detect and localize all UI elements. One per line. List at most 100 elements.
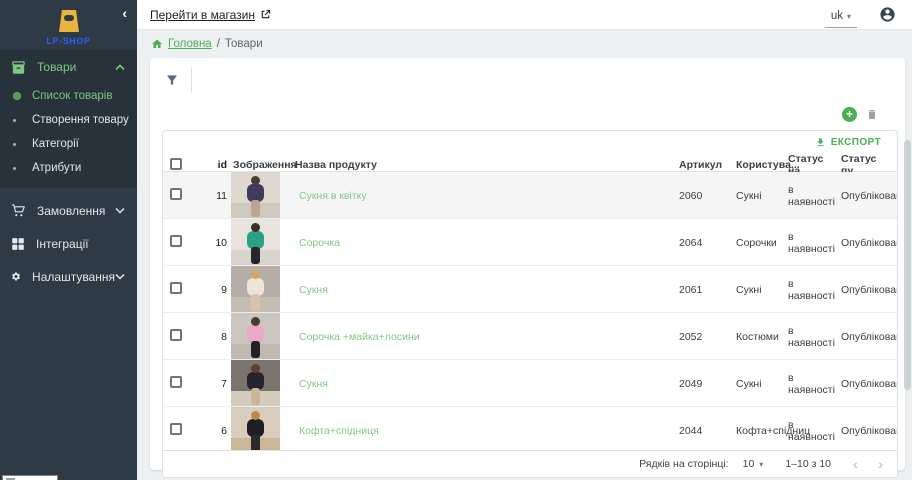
product-thumbnail[interactable]	[231, 360, 280, 407]
export-label: ЕКСПОРТ	[831, 137, 881, 148]
product-name-link[interactable]: Кофта+спідниця	[299, 425, 379, 437]
product-publish-status: Опубліковано	[841, 237, 897, 249]
products-table-card: ЕКСПОРТ id Зображення Назва продукту Арт…	[162, 130, 898, 478]
topbar: Перейти в магазин uk ▾	[137, 0, 912, 30]
product-thumbnail[interactable]	[231, 219, 280, 266]
sidebar-item-label: Налаштування	[32, 270, 115, 284]
sidebar-item-settings[interactable]: Налаштування	[0, 264, 137, 289]
sidebar-subitem-label: Атрибути	[32, 162, 81, 174]
product-name-link[interactable]: Сукня	[299, 284, 328, 296]
previous-page-button[interactable]: ‹	[853, 457, 858, 472]
sidebar-item-label: Замовлення	[37, 204, 115, 218]
sidebar-item-attributes[interactable]: Атрибути	[0, 156, 137, 180]
caret-down-icon: ▾	[759, 460, 763, 469]
rows-per-page-label: Рядків на сторінці:	[639, 458, 728, 470]
sidebar-item-categories[interactable]: Категорії	[0, 132, 137, 156]
thumbnail-head-shape	[251, 317, 260, 326]
breadcrumb-current: Товари	[225, 38, 263, 50]
sidebar-header: LP-SHOP ‹	[0, 0, 137, 48]
row-checkbox[interactable]	[170, 282, 182, 294]
product-thumbnail[interactable]	[231, 172, 280, 219]
product-thumbnail[interactable]	[231, 313, 280, 360]
topbar-right: uk ▾	[825, 6, 896, 23]
row-checkbox[interactable]	[170, 376, 182, 388]
breadcrumb: Головна / Товари	[137, 30, 912, 57]
product-name-link[interactable]: Сорочка +майка+лосини	[299, 331, 420, 343]
chevron-up-icon	[115, 64, 125, 71]
row-checkbox[interactable]	[170, 188, 182, 200]
product-id: 11	[203, 190, 229, 202]
product-name-link[interactable]: Сорочка	[299, 237, 340, 249]
sidebar-collapse-icon[interactable]: ‹	[122, 6, 127, 20]
row-checkbox[interactable]	[170, 235, 182, 247]
caret-down-icon: ▾	[847, 12, 851, 21]
sidebar-item-product-list[interactable]: Список товарів	[0, 84, 137, 108]
store-link-label: Перейти в магазин	[150, 8, 255, 22]
thumbnail-head-shape	[251, 223, 260, 232]
product-thumbnail[interactable]	[231, 407, 280, 450]
breadcrumb-home-link[interactable]: Головна	[168, 38, 212, 50]
sidebar-item-orders[interactable]: Замовлення	[0, 198, 137, 223]
sidebar-item-products[interactable]: Товари	[0, 50, 137, 84]
product-name-link[interactable]: Сукня в квітку	[299, 190, 367, 202]
sidebar-subitem-label: Категорії	[32, 138, 79, 150]
go-to-store-link[interactable]: Перейти в магазин	[150, 8, 271, 22]
main-area: Перейти в магазин uk ▾ Головна / Товари …	[137, 0, 912, 480]
product-category: Сорочки	[736, 237, 788, 249]
account-button[interactable]	[879, 6, 896, 23]
sidebar-item-create-product[interactable]: Створення товару	[0, 108, 137, 132]
sidebar-subitem-label: Створення товару	[32, 114, 129, 126]
thumbnail-legs-shape	[251, 388, 260, 405]
header-name: Назва продукту	[295, 159, 679, 171]
next-page-button[interactable]: ›	[878, 457, 883, 472]
product-sku: 2049	[679, 378, 736, 390]
scrollbar-thumb[interactable]	[904, 140, 911, 390]
export-button[interactable]: ЕКСПОРТ	[163, 131, 897, 153]
product-sku: 2064	[679, 237, 736, 249]
row-checkbox[interactable]	[170, 423, 182, 435]
product-sku: 2044	[679, 425, 736, 437]
header-sku: Артикул	[679, 159, 736, 171]
sidebar-item-integrations[interactable]: Інтеграції	[0, 231, 137, 256]
language-select[interactable]: uk ▾	[825, 8, 857, 28]
bullet-icon	[13, 167, 16, 170]
row-checkbox[interactable]	[170, 329, 182, 341]
product-availability: в наявності	[788, 278, 841, 302]
filter-funnel-icon[interactable]	[165, 73, 179, 87]
product-thumbnail[interactable]	[231, 266, 280, 313]
thumbnail-legs-shape	[251, 341, 260, 358]
sidebar-item-label: Інтеграції	[36, 237, 125, 251]
product-sku: 2052	[679, 331, 736, 343]
rows-per-page-select[interactable]: 10 ▾	[743, 458, 764, 470]
add-product-button[interactable]: +	[842, 107, 857, 122]
thumbnail-legs-shape	[251, 200, 260, 217]
product-sku: 2061	[679, 284, 736, 296]
sidebar-nav: Товари Список товарів Створення товару К…	[0, 50, 137, 289]
download-icon	[815, 137, 826, 148]
thumbnail-head-shape	[251, 270, 260, 279]
bullet-icon	[13, 143, 16, 146]
product-availability: в наявності	[788, 184, 841, 208]
select-all-checkbox[interactable]	[170, 158, 182, 170]
language-value: uk	[831, 10, 843, 22]
trash-icon	[866, 108, 878, 121]
sidebar-item-label: Товари	[37, 60, 115, 74]
thumbnail-legs-shape	[251, 294, 260, 311]
table-actions: +	[150, 102, 905, 126]
product-publish-status: Опубліковано	[841, 190, 897, 202]
product-name-link[interactable]: Сукня	[299, 378, 328, 390]
table-body: 11 Сукня в квітку 2060 Сукні в наявності…	[163, 172, 897, 450]
chevron-down-icon	[115, 207, 125, 214]
table-header-row: id Зображення Назва продукту Артикул Кор…	[163, 153, 897, 172]
chevron-down-icon	[115, 273, 125, 280]
shopping-bag-logo-icon	[56, 6, 82, 34]
table-row: 8 Сорочка +майка+лосини 2052 Костюми в н…	[163, 313, 897, 360]
sidebar: LP-SHOP ‹ Товари Список товарів Створенн…	[0, 0, 137, 480]
product-id: 9	[203, 284, 229, 296]
product-id: 7	[203, 378, 229, 390]
grid-apps-icon	[11, 237, 25, 251]
delete-button[interactable]	[866, 108, 878, 121]
product-category: Кофта+спідниц	[736, 425, 788, 437]
products-group: Товари Список товарів Створення товару К…	[0, 50, 137, 188]
thumbnail-legs-shape	[251, 435, 260, 450]
